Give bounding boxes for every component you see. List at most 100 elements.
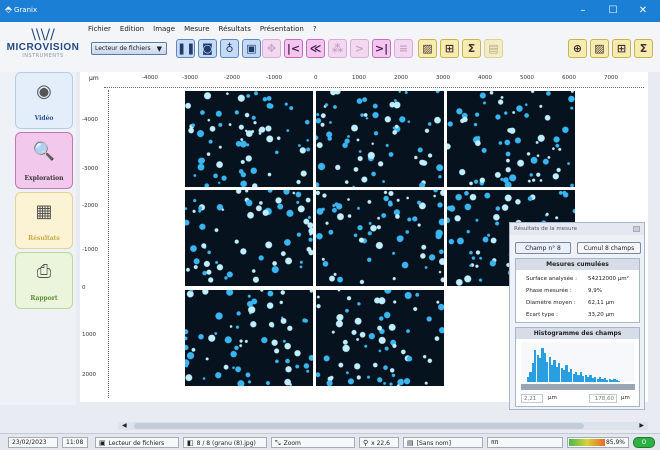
section-title: Mesures cumulées [516, 259, 639, 270]
move-button[interactable]: ✥ [262, 39, 281, 58]
zoom-mode-icon: ⤡ [275, 439, 281, 447]
measure-value: 54212000 µm² [588, 276, 629, 282]
toolbar-acquisition: ❚❚ ◙ ♁ ▣ [176, 39, 261, 58]
measure-label: Surface analysée : [526, 276, 577, 282]
y-tick: -4000 [82, 117, 98, 123]
image-tile[interactable] [185, 290, 313, 386]
sidebar-item-rapport[interactable]: ⎙ Rapport [15, 252, 73, 309]
measure-value: 33,20 µm [588, 312, 615, 318]
field-button[interactable]: Champ n° 8 [515, 242, 571, 254]
horizontal-ruler [104, 84, 644, 88]
next-image-button[interactable]: > [350, 39, 369, 58]
focus-button[interactable]: ♁ [220, 39, 239, 58]
toolbar-navigation: ✥ |< ≪ ⁂ > >| ≡ [262, 39, 413, 58]
histogram-bar [618, 380, 621, 382]
sidebar: ◉ Vidéo 🔍 Exploration ▦ Résultats ⎙ Rapp… [0, 72, 76, 405]
last-image-button[interactable]: >| [372, 39, 391, 58]
range-min-input[interactable]: 2,21 [521, 394, 543, 403]
y-tick: -1000 [82, 247, 98, 253]
status-units: ππ [487, 437, 563, 448]
menu-image[interactable]: Image [153, 25, 175, 37]
x-tick: 5000 [520, 75, 534, 81]
y-tick: 0 [82, 285, 86, 291]
status-bar: 23/02/2023 11:08 ▣ Lecteur de fichiers ◧ 8… [0, 433, 660, 450]
menu-resultats[interactable]: Résultats [219, 25, 251, 37]
minimize-button[interactable]: – [568, 0, 598, 22]
magnifier-icon: ⚲ [363, 439, 369, 447]
vertical-ruler [108, 90, 109, 398]
scroll-left-icon[interactable]: ◀ [122, 422, 127, 429]
histogram-range-slider[interactable] [521, 384, 635, 390]
status-name: ▤ [Sans nom] [403, 437, 483, 448]
scroll-right-icon[interactable]: ▶ [639, 422, 644, 429]
ok-status-badge[interactable]: O [633, 437, 655, 448]
x-tick: -1000 [266, 75, 282, 81]
status-zoom: ⚲ x 22,6 [359, 437, 399, 448]
camera-snapshot-button[interactable]: ◙ [198, 39, 217, 58]
image-tile[interactable] [316, 290, 444, 386]
image-icon[interactable]: ▨ [590, 39, 609, 58]
scroll-thumb[interactable] [134, 423, 584, 429]
range-max-input[interactable]: 178,60 [589, 394, 617, 403]
measure-value: 9,9% [588, 288, 602, 294]
x-tick: 6000 [562, 75, 576, 81]
image-tile[interactable] [316, 91, 444, 187]
target-icon[interactable]: ⊕ [568, 39, 587, 58]
image-file-icon: ◧ [187, 439, 194, 447]
sidebar-item-resultats[interactable]: ▦ Résultats [15, 192, 73, 249]
image-tile[interactable] [447, 91, 575, 187]
x-tick: -2000 [224, 75, 240, 81]
stack-button[interactable]: ≡ [394, 39, 413, 58]
video-source-icon: ▣ [99, 439, 106, 447]
panel-close-icon[interactable] [633, 226, 640, 232]
menu-mesure[interactable]: Mesure [184, 25, 209, 37]
menu-help[interactable]: ? [313, 25, 317, 37]
menu-bar: Fichier Edition Image Mesure Résultats P… [88, 25, 317, 37]
y-tick: -2000 [82, 203, 98, 209]
sidebar-item-exploration[interactable]: 🔍 Exploration [15, 132, 73, 189]
menu-presentation[interactable]: Présentation [260, 25, 304, 37]
x-tick: -3000 [182, 75, 198, 81]
measure-label: Phase mesurée : [526, 288, 572, 294]
image-tile[interactable] [316, 190, 444, 286]
table-icon[interactable]: ⊞ [612, 39, 631, 58]
report-button[interactable]: ▤ [484, 39, 503, 58]
sidebar-item-video[interactable]: ◉ Vidéo [15, 72, 73, 129]
horizontal-scrollbar[interactable]: ◀ ▶ [118, 422, 648, 430]
table-button[interactable]: ⊞ [440, 39, 459, 58]
frame-button[interactable]: ▣ [242, 39, 261, 58]
measure-value: 62,11 µm [588, 300, 615, 306]
microvision-logo: \\\// MICROVISION INSTRUMENTS [4, 28, 82, 72]
pause-button[interactable]: ❚❚ [176, 39, 195, 58]
x-tick: 2000 [394, 75, 408, 81]
menu-edition[interactable]: Edition [120, 25, 144, 37]
previous-image-button[interactable]: ≪ [306, 39, 325, 58]
histogram-box: Histogramme des champs 2,21 µm 178,60 µm [515, 327, 640, 407]
image-measure-button[interactable]: ▨ [418, 39, 437, 58]
source-select[interactable]: Lecteur de fichiers ▼ [91, 42, 167, 55]
status-date: 23/02/2023 [8, 437, 58, 448]
cumul-button[interactable]: Cumul 8 champs [577, 242, 641, 254]
sum-button[interactable]: Σ [462, 39, 481, 58]
status-source: ▣ Lecteur de fichiers [95, 437, 179, 448]
image-tile[interactable] [185, 91, 313, 187]
status-time: 11:08 [62, 437, 88, 448]
title-bar: ⬘ Granix – ☐ ✕ [0, 0, 660, 22]
toolbar-output: ⊕ ▨ ⊞ Σ [568, 39, 653, 58]
image-tile[interactable] [185, 190, 313, 286]
grid-button[interactable]: ⁂ [328, 39, 347, 58]
maximize-button[interactable]: ☐ [598, 0, 628, 22]
granix-icon: ⬘ [5, 5, 12, 15]
status-image: ◧ 8 / 8 (granu (8).jpg) [183, 437, 267, 448]
chevron-down-icon: ▼ [156, 45, 162, 53]
y-tick: 2000 [82, 372, 96, 378]
x-tick: 1000 [352, 75, 366, 81]
y-tick: 1000 [82, 332, 96, 338]
close-button[interactable]: ✕ [628, 0, 658, 22]
sigma-icon[interactable]: Σ [634, 39, 653, 58]
cumulative-measures: Mesures cumulées Surface analysée : 5421… [515, 258, 640, 323]
status-mode: ⤡ Zoom [271, 437, 355, 448]
logo-mark-icon: \\\// [31, 27, 55, 43]
first-image-button[interactable]: |< [284, 39, 303, 58]
menu-fichier[interactable]: Fichier [88, 25, 111, 37]
